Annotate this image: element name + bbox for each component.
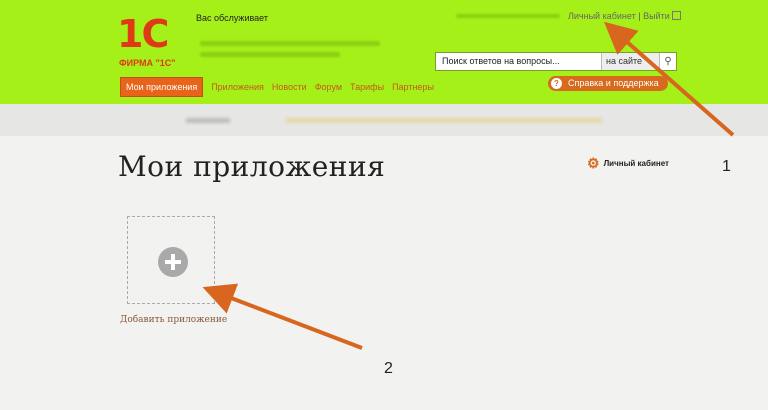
annotation-number-2: 2 bbox=[384, 360, 393, 377]
annotation-arrow-1 bbox=[603, 21, 735, 137]
annotation-arrows bbox=[202, 21, 735, 350]
annotation-number-1: 1 bbox=[722, 158, 731, 175]
annotation-arrow-2 bbox=[202, 283, 363, 350]
